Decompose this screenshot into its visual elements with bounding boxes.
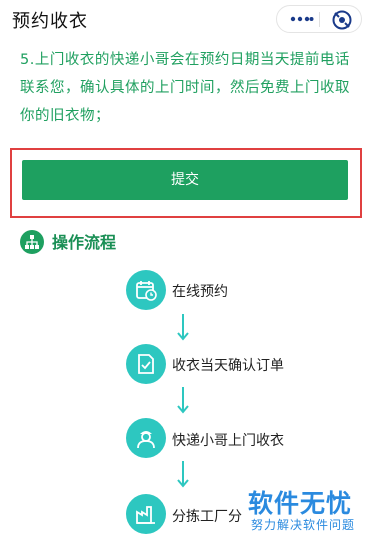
arrow-down-icon xyxy=(177,314,189,341)
watermark-subtitle: 努力解决软件问题 xyxy=(251,518,356,532)
mini-program-capsule xyxy=(276,5,362,33)
watermark-title: 软件无忧 xyxy=(248,489,353,518)
submit-button[interactable]: 提交 xyxy=(22,160,348,200)
hierarchy-icon xyxy=(20,230,44,254)
factory-icon xyxy=(126,494,166,534)
arrow-down-icon xyxy=(177,387,189,414)
title-bar: 预约收衣 xyxy=(0,0,370,40)
page-title: 预约收衣 xyxy=(12,11,88,32)
arrow-down-icon xyxy=(177,461,189,488)
step-label-courier-pickup: 快递小哥上门收衣 xyxy=(172,433,284,449)
pickup-note: 5.上门收衣的快递小哥会在预约日期当天提前电话联系您，确认具体的上门时间，然后免… xyxy=(20,52,350,124)
more-icon[interactable] xyxy=(289,12,315,26)
courier-icon xyxy=(126,418,166,458)
process-title: 操作流程 xyxy=(52,233,117,252)
close-icon[interactable] xyxy=(331,9,353,31)
check-document-icon xyxy=(126,344,166,384)
capsule-divider xyxy=(319,12,320,27)
step-label-sorting-factory: 分拣工厂分 xyxy=(172,509,242,525)
step-label-online-booking: 在线预约 xyxy=(172,284,228,300)
step-label-confirm-order: 收衣当天确认订单 xyxy=(172,358,284,374)
calendar-icon xyxy=(126,270,166,310)
